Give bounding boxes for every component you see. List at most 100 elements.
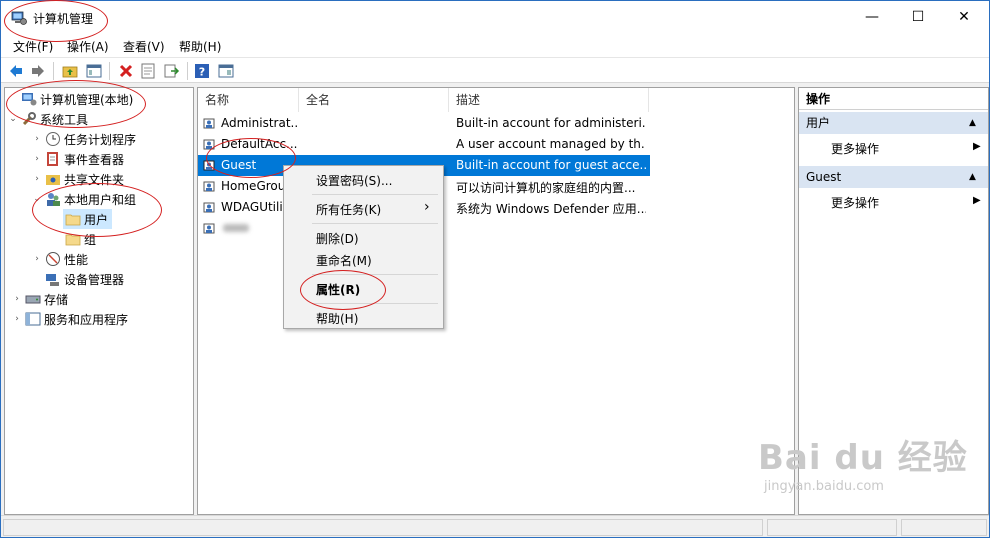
user-icon: [203, 118, 215, 129]
properties-icon[interactable]: [139, 62, 157, 80]
storage-icon: [25, 295, 41, 304]
menu-item-help[interactable]: 帮助(H): [316, 310, 358, 327]
collapse-icon[interactable]: ▲: [969, 112, 976, 134]
menu-item-delete[interactable]: 删除(D): [316, 230, 359, 247]
up-folder-icon[interactable]: [61, 62, 79, 80]
column-header-fullname[interactable]: 全名: [299, 88, 449, 112]
tree-item-label: 性能: [64, 252, 89, 267]
status-segment: [3, 519, 763, 536]
context-menu: 设置密码(S)... 所有任务(K) › 删除(D) 重命名(M) 属性(R) …: [283, 165, 444, 329]
table-row[interactable]: DefaultAcc... A user account managed by …: [198, 134, 650, 155]
close-button[interactable]: ✕: [941, 1, 987, 33]
user-name: DefaultAcc...: [221, 137, 297, 151]
status-segment: [901, 519, 987, 536]
computer-management-icon: [11, 11, 27, 25]
actions-section-users[interactable]: 用户 ▲: [799, 112, 988, 134]
chevron-right-icon: ›: [424, 199, 430, 215]
submenu-arrow-icon: ▶: [973, 195, 981, 206]
column-header-name[interactable]: 名称: [198, 88, 299, 112]
folder-icon: [65, 234, 81, 246]
computer-management-icon: [22, 93, 37, 106]
menu-action[interactable]: 操作(A): [67, 38, 109, 55]
delete-icon[interactable]: [117, 62, 135, 80]
more-actions-link[interactable]: 更多操作: [831, 194, 879, 211]
tree-item-task-scheduler[interactable]: › 任务计划程序: [31, 129, 136, 149]
section-title: 用户: [806, 116, 831, 130]
chevron-right-icon[interactable]: ›: [31, 134, 43, 144]
user-name: Administrat...: [221, 116, 297, 130]
tree-item-device-manager[interactable]: 设备管理器: [31, 269, 124, 289]
tree-item-local-users-groups[interactable]: ⌄ 本地用户和组: [31, 189, 136, 209]
blurred-user-name: [223, 224, 249, 232]
minimize-button[interactable]: —: [849, 1, 895, 33]
show-hide-tree-icon[interactable]: [85, 62, 103, 80]
tree-item-performance[interactable]: › 性能: [31, 249, 88, 269]
menu-separator: [312, 194, 438, 195]
toolbar-separator: [53, 62, 54, 80]
svg-text:?: ?: [199, 66, 205, 79]
user-icon: [203, 181, 215, 192]
tools-icon: [22, 112, 36, 126]
tree-item-system-tools[interactable]: ⌄ 系统工具: [7, 109, 88, 129]
tree-item-label: 组: [84, 232, 97, 247]
collapse-icon[interactable]: ▲: [969, 166, 976, 188]
menu-separator: [312, 303, 438, 304]
menu-separator: [312, 223, 438, 224]
tree-item-label: 系统工具: [40, 112, 89, 127]
tree-item-label: 共享文件夹: [64, 172, 125, 187]
performance-icon: [46, 252, 60, 266]
view-icon[interactable]: [217, 62, 235, 80]
menu-item-properties[interactable]: 属性(R): [316, 281, 360, 298]
tree-item-shared-folders[interactable]: › 共享文件夹: [31, 169, 124, 189]
tree-item-storage[interactable]: › 存储: [11, 289, 68, 309]
menu-help[interactable]: 帮助(H): [179, 38, 221, 55]
tree-item-label: 存储: [44, 292, 69, 307]
chevron-right-icon[interactable]: ›: [31, 154, 43, 164]
tree-item-label: 用户: [84, 212, 109, 227]
submenu-arrow-icon: ▶: [973, 141, 981, 152]
chevron-down-icon[interactable]: ⌄: [7, 114, 19, 124]
chevron-right-icon[interactable]: ›: [11, 294, 23, 304]
tree-item-label: 设备管理器: [64, 272, 125, 287]
event-viewer-icon: [47, 152, 58, 166]
tree-item-label: 计算机管理(本地): [40, 92, 134, 107]
folder-icon: [65, 214, 81, 226]
menu-file[interactable]: 文件(F): [13, 38, 53, 55]
menu-item-all-tasks[interactable]: 所有任务(K): [316, 201, 381, 218]
maximize-button[interactable]: ☐: [895, 1, 941, 33]
tree-item-event-viewer[interactable]: › 事件查看器: [31, 149, 124, 169]
console-tree: 计算机管理(本地) ⌄ 系统工具 › 任务计划程序 › 事件查看器 › 共享文件…: [4, 87, 194, 515]
tree-item-label: 本地用户和组: [64, 192, 137, 207]
forward-arrow-icon[interactable]: [29, 62, 47, 80]
window-title: 计算机管理: [33, 12, 94, 26]
more-actions-link[interactable]: 更多操作: [831, 140, 879, 157]
help-icon[interactable]: ?: [193, 62, 211, 80]
services-icon: [25, 312, 41, 326]
title-bar: 计算机管理 — ☐ ✕: [1, 1, 989, 35]
watermark-url: jingyan.baidu.com: [764, 479, 884, 494]
menu-separator: [312, 274, 438, 275]
tree-item-groups[interactable]: 组: [63, 229, 96, 249]
menu-item-set-password[interactable]: 设置密码(S)...: [316, 172, 392, 189]
back-arrow-icon[interactable]: [7, 62, 25, 80]
tree-item-computer-management[interactable]: 计算机管理(本地): [7, 89, 133, 109]
tree-item-services-applications[interactable]: › 服务和应用程序: [11, 309, 128, 329]
export-list-icon[interactable]: [163, 62, 181, 80]
chevron-right-icon[interactable]: ›: [11, 314, 23, 324]
toolbar-separator: [187, 62, 188, 80]
actions-section-guest[interactable]: Guest ▲: [799, 166, 988, 188]
tree-item-label: 服务和应用程序: [44, 312, 129, 327]
chevron-right-icon[interactable]: ›: [31, 254, 43, 264]
chevron-down-icon[interactable]: ⌄: [31, 194, 43, 204]
user-icon: [203, 160, 215, 171]
user-description: 系统为 Windows Defender 应用...: [456, 202, 646, 216]
device-manager-icon: [46, 274, 59, 286]
column-header-description[interactable]: 描述: [449, 88, 649, 112]
tree-item-label: 事件查看器: [64, 152, 125, 167]
menu-item-rename[interactable]: 重命名(M): [316, 252, 372, 269]
table-row[interactable]: Administrat... Built-in account for admi…: [198, 113, 650, 134]
user-description: A user account managed by th...: [456, 137, 646, 151]
menu-view[interactable]: 查看(V): [123, 38, 165, 55]
chevron-right-icon[interactable]: ›: [31, 174, 43, 184]
tree-item-users[interactable]: 用户: [63, 209, 113, 229]
